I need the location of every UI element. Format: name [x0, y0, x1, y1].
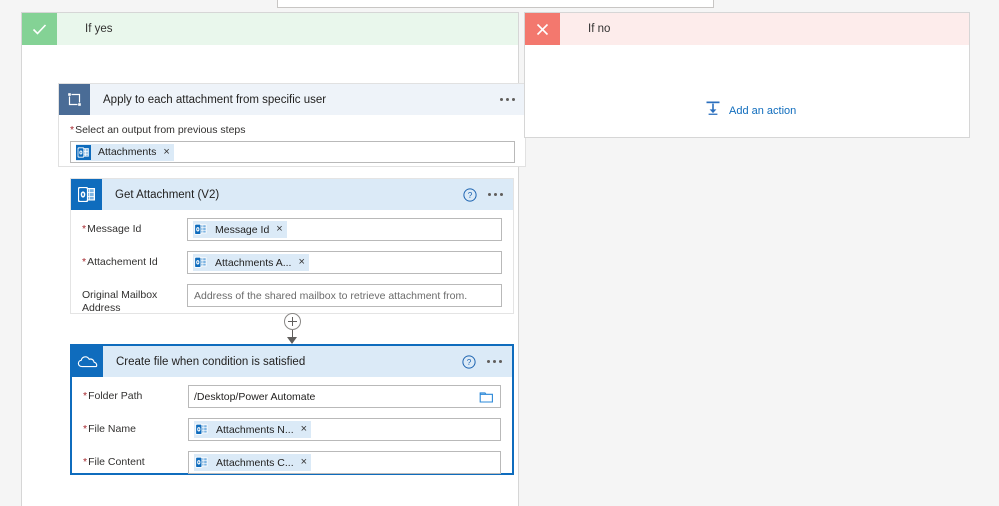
- outlook-icon: [194, 455, 209, 470]
- token-remove-icon[interactable]: ×: [301, 424, 307, 435]
- token-chip-attachments-id[interactable]: Attachments A... ×: [193, 254, 309, 271]
- loop-output-input[interactable]: Attachments ×: [70, 141, 515, 163]
- check-icon: [22, 13, 57, 45]
- field-original-mailbox-address-label: Original Mailbox Address: [82, 289, 158, 314]
- token-remove-icon[interactable]: ×: [298, 257, 304, 268]
- outlook-icon: [193, 255, 208, 270]
- field-file-content-input[interactable]: Attachments C... ×: [188, 451, 501, 474]
- add-an-action-button[interactable]: Add an action: [705, 100, 796, 121]
- token-remove-icon[interactable]: ×: [163, 146, 169, 158]
- outlook-icon: [194, 422, 209, 437]
- branch-if-yes-title: If yes: [85, 23, 113, 35]
- field-placeholder: Address of the shared mailbox to retriev…: [194, 289, 468, 302]
- field-original-mailbox-address: Original Mailbox Address Address of the …: [82, 284, 502, 315]
- token-chip-label: Message Id: [215, 223, 270, 236]
- field-file-content-label: *File Content: [83, 456, 145, 468]
- field-message-id-label: *Message Id: [82, 223, 142, 235]
- required-asterisk: *: [83, 423, 88, 435]
- card-apply-to-each[interactable]: Apply to each attachment from specific u…: [58, 83, 526, 167]
- field-attachment-id-label: *Attachement Id: [82, 256, 158, 268]
- token-chip-label: Attachments C...: [216, 456, 294, 469]
- field-message-id: * Message Id Message Id ×: [82, 218, 502, 241]
- field-file-name-label: *File Name: [83, 423, 136, 435]
- outlook-icon: [76, 144, 91, 160]
- svg-text:?: ?: [467, 358, 472, 367]
- required-asterisk: *: [82, 256, 87, 268]
- ellipsis-icon[interactable]: [485, 360, 504, 363]
- close-icon: [525, 13, 560, 45]
- token-chip-label: Attachments N...: [216, 423, 294, 436]
- field-original-mailbox-address-input[interactable]: Address of the shared mailbox to retriev…: [187, 284, 502, 307]
- required-asterisk: *: [70, 124, 75, 136]
- help-circle-icon[interactable]: ?: [463, 187, 477, 202]
- card-get-attachment-title: Get Attachment (V2): [115, 188, 220, 201]
- required-asterisk: *: [83, 456, 88, 468]
- card-create-file[interactable]: Create file when condition is satisfied …: [70, 344, 514, 475]
- card-create-file-header: Create file when condition is satisfied …: [72, 346, 512, 377]
- outlook-icon: [193, 222, 208, 237]
- help-circle-icon[interactable]: ?: [462, 354, 476, 369]
- loop-icon: [59, 84, 90, 115]
- field-file-name: *File Name Attachments N... ×: [83, 418, 501, 441]
- card-apply-to-each-header: Apply to each attachment from specific u…: [59, 84, 525, 115]
- required-asterisk: *: [82, 223, 87, 235]
- flow-designer-canvas: If yes Apply to each attachment from spe…: [0, 0, 999, 506]
- arrow-down-icon: [287, 337, 297, 344]
- svg-text:?: ?: [468, 191, 473, 200]
- token-remove-icon[interactable]: ×: [301, 457, 307, 468]
- branch-if-no-header: If no: [525, 13, 969, 45]
- token-chip-attachments[interactable]: Attachments ×: [76, 143, 174, 161]
- field-file-name-input[interactable]: Attachments N... ×: [188, 418, 501, 441]
- outlook-icon: [71, 179, 102, 210]
- card-apply-to-each-title: Apply to each attachment from specific u…: [103, 93, 327, 106]
- branch-if-yes: If yes Apply to each attachment from spe…: [21, 12, 526, 506]
- field-attachment-id-input[interactable]: Attachments A... ×: [187, 251, 502, 274]
- insert-step-connector: [279, 313, 305, 344]
- required-asterisk: *: [83, 390, 88, 402]
- clipped-input-above[interactable]: [277, 0, 714, 8]
- field-file-content: *File Content Attachments C... ×: [83, 451, 501, 474]
- ellipsis-icon[interactable]: [498, 98, 517, 101]
- folder-icon[interactable]: [478, 389, 494, 405]
- card-get-attachment[interactable]: Get Attachment (V2) ? *Message Id Messag…: [70, 178, 514, 314]
- field-attachment-id: *Attachement Id Attachments A... ×: [82, 251, 502, 274]
- plus-icon[interactable]: [283, 313, 301, 330]
- field-folder-path-label: *Folder Path: [83, 390, 143, 402]
- insert-action-icon: [705, 100, 721, 121]
- token-chip-label: Attachments: [98, 146, 157, 158]
- branch-if-no-title: If no: [588, 23, 611, 35]
- loop-output-field-label: *Select an output from previous steps: [70, 124, 246, 136]
- card-get-attachment-header: Get Attachment (V2) ?: [71, 179, 513, 210]
- field-folder-path-input[interactable]: /Desktop/Power Automate: [188, 385, 501, 408]
- token-chip-attachments-content[interactable]: Attachments C... ×: [194, 454, 312, 471]
- token-chip-message-id[interactable]: Message Id ×: [193, 221, 287, 238]
- token-remove-icon[interactable]: ×: [276, 224, 282, 235]
- branch-if-yes-header: If yes: [22, 13, 518, 45]
- token-chip-label: Attachments A...: [215, 256, 292, 269]
- card-create-file-title: Create file when condition is satisfied: [116, 355, 306, 368]
- field-message-id-input[interactable]: Message Id ×: [187, 218, 502, 241]
- field-folder-path: *Folder Path /Desktop/Power Automate: [83, 385, 501, 408]
- onedrive-icon: [72, 346, 103, 377]
- field-folder-path-value: /Desktop/Power Automate: [194, 390, 316, 403]
- add-an-action-label: Add an action: [729, 104, 797, 117]
- token-chip-attachments-name[interactable]: Attachments N... ×: [194, 421, 312, 438]
- ellipsis-icon[interactable]: [486, 193, 505, 196]
